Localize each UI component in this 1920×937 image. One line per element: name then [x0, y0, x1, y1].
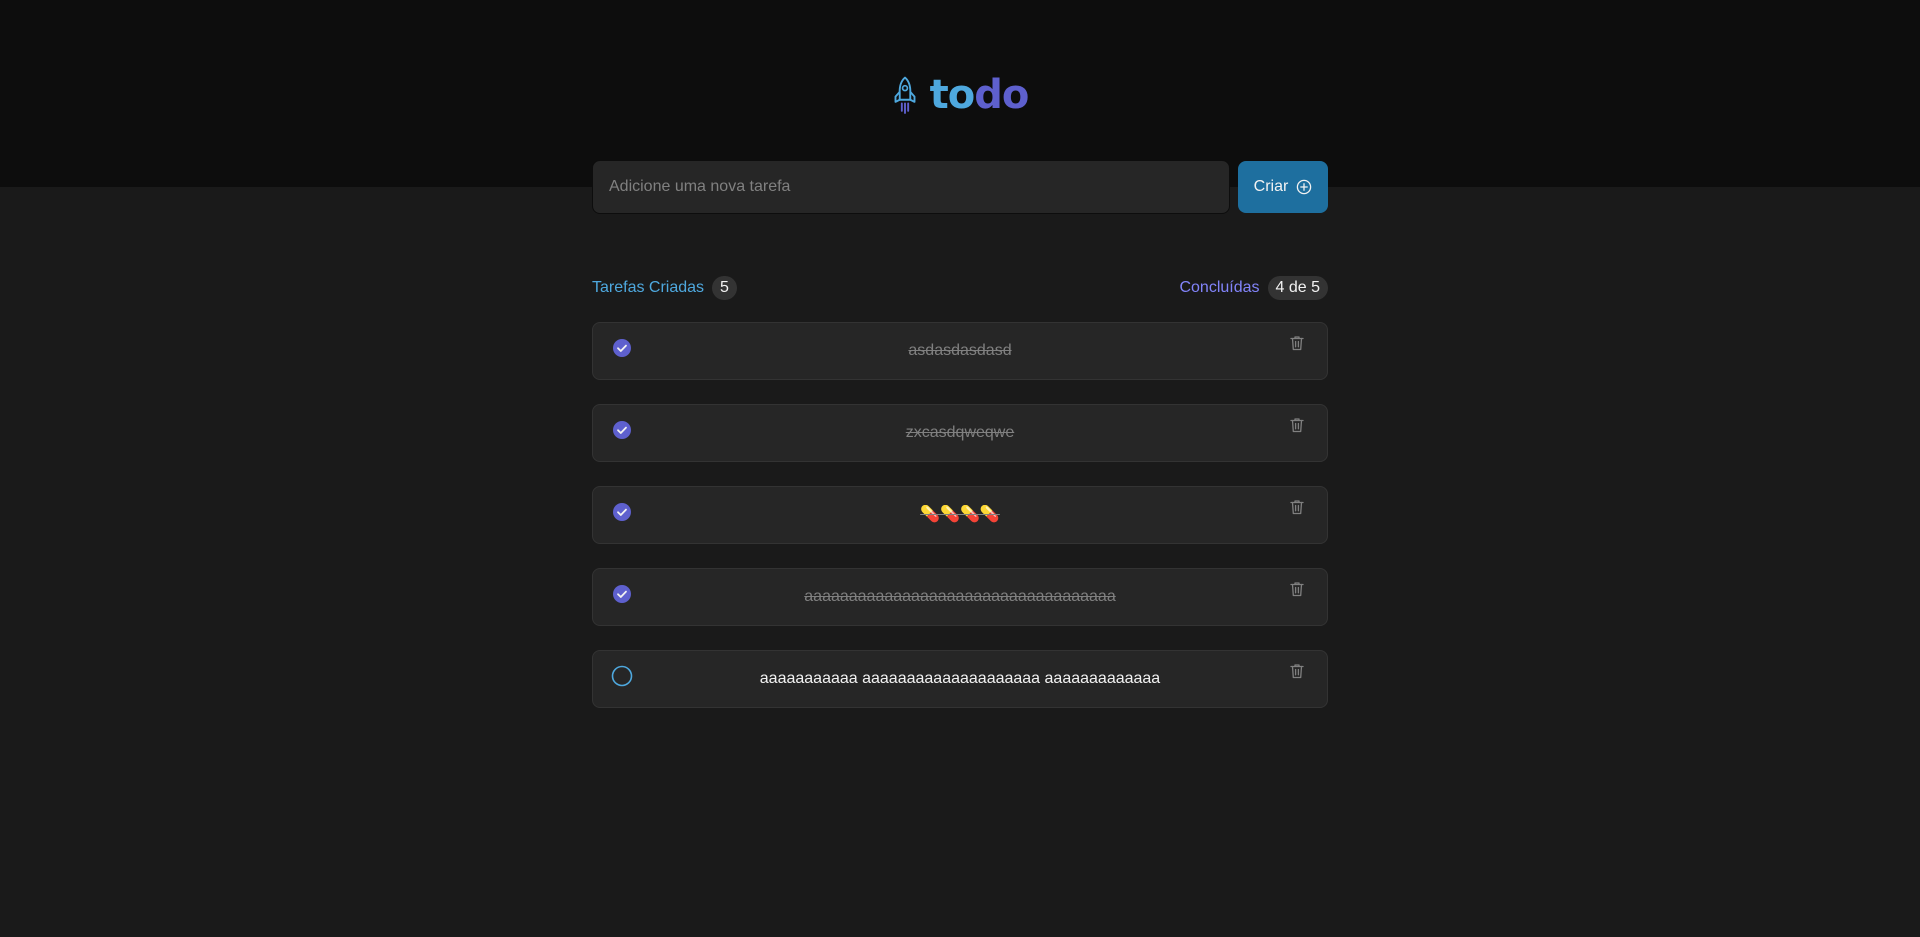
task-checkbox[interactable]	[611, 337, 633, 359]
delete-task-button[interactable]	[1285, 495, 1309, 519]
check-circle-icon	[613, 503, 631, 521]
task-counters: Tarefas Criadas 5 Concluídas 4 de 5	[592, 276, 1328, 300]
delete-task-button[interactable]	[1285, 577, 1309, 601]
app-title-part1: to	[929, 72, 976, 118]
new-task-form: Criar	[592, 160, 1328, 214]
done-counter-label: Concluídas	[1179, 279, 1260, 296]
delete-task-button[interactable]	[1285, 659, 1309, 683]
app-title: todo	[929, 72, 1030, 118]
task-text: aaaaaaaaaaa aaaaaaaaaaaaaaaaaaaa aaaaaaa…	[759, 670, 1161, 687]
task-checkbox[interactable]	[611, 583, 633, 605]
check-circle-icon	[613, 585, 631, 603]
trash-icon	[1290, 336, 1304, 351]
check-circle-icon	[613, 421, 631, 439]
done-count-badge: 4 de 5	[1267, 276, 1328, 300]
task-item: aaaaaaaaaaa aaaaaaaaaaaaaaaaaaaa aaaaaaa…	[592, 650, 1328, 708]
empty-circle-icon	[611, 665, 633, 687]
task-checkbox[interactable]	[611, 419, 633, 441]
create-button[interactable]: Criar	[1238, 161, 1328, 213]
trash-icon	[1290, 664, 1304, 679]
create-button-label: Criar	[1253, 178, 1289, 195]
task-list: asdasdasdasd zxcasdqweqwe 💊💊💊💊 aaaaaaaaa…	[592, 322, 1328, 732]
delete-task-button[interactable]	[1285, 413, 1309, 437]
created-count-badge: 5	[712, 276, 737, 300]
logo: todo	[0, 72, 1920, 118]
trash-icon	[1290, 500, 1304, 515]
created-counter-label: Tarefas Criadas	[592, 279, 705, 296]
delete-task-button[interactable]	[1285, 331, 1309, 355]
task-text: aaaaaaaaaaaaaaaaaaaaaaaaaaaaaaaaaaa	[804, 588, 1116, 605]
task-item: zxcasdqweqwe	[592, 404, 1328, 462]
task-checkbox[interactable]	[611, 501, 633, 523]
plus-circle-icon	[1297, 179, 1312, 195]
task-text: 💊💊💊💊	[920, 506, 1000, 523]
trash-icon	[1290, 418, 1304, 433]
task-item: asdasdasdasd	[592, 322, 1328, 380]
app-title-part2: do	[974, 72, 1029, 118]
task-item: 💊💊💊💊	[592, 486, 1328, 544]
rocket-icon	[894, 76, 916, 114]
task-text: asdasdasdasd	[908, 342, 1012, 359]
task-checkbox[interactable]	[611, 665, 633, 687]
created-counter: Tarefas Criadas 5	[592, 276, 737, 300]
trash-icon	[1290, 582, 1304, 597]
check-circle-icon	[613, 339, 631, 357]
new-task-input[interactable]	[592, 160, 1230, 214]
task-item: aaaaaaaaaaaaaaaaaaaaaaaaaaaaaaaaaaa	[592, 568, 1328, 626]
task-text: zxcasdqweqwe	[905, 424, 1015, 441]
done-counter: Concluídas 4 de 5	[1179, 276, 1328, 300]
